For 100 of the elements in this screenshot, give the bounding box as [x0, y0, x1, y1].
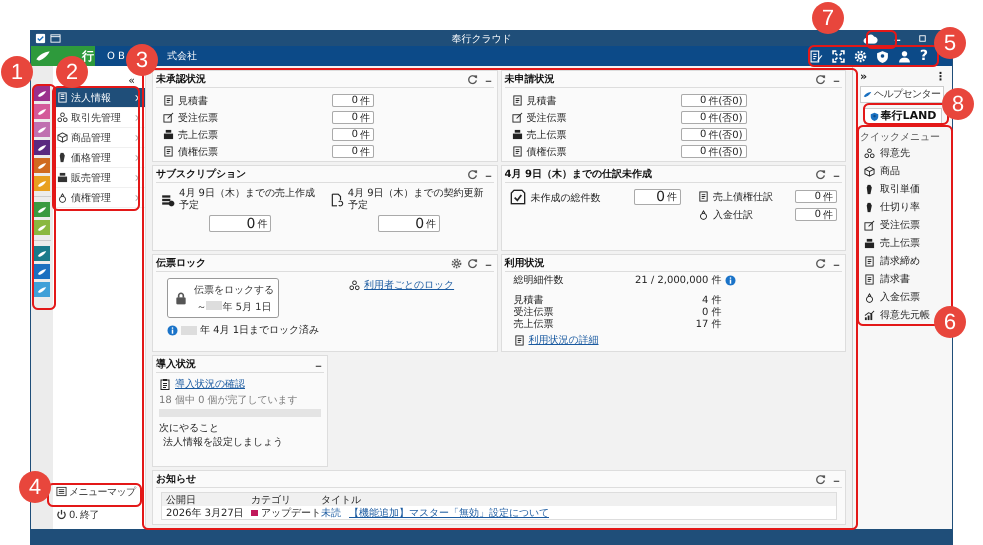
- money-bag-icon: [57, 192, 68, 203]
- quick-menu-item[interactable]: 仕切り率: [860, 198, 920, 216]
- user-icon[interactable]: [898, 50, 911, 62]
- box-icon: [864, 166, 875, 176]
- usage-label: 見積書: [514, 294, 544, 306]
- unread-label: 未読: [321, 506, 341, 520]
- quick-menu-item[interactable]: 商品: [860, 162, 900, 180]
- news-date: 2026年 3月27日: [166, 506, 245, 520]
- cloud-icon: [862, 32, 878, 46]
- expand-toggle[interactable]: »: [860, 70, 868, 84]
- app-tile[interactable]: [34, 122, 50, 137]
- row-label: 未作成の総件数: [530, 192, 602, 205]
- list-icon[interactable]: [810, 50, 823, 62]
- app-tile[interactable]: [34, 104, 50, 119]
- maximize-icon[interactable]: [917, 33, 928, 44]
- refresh-icon[interactable]: [466, 168, 478, 180]
- edit-icon: [163, 112, 174, 123]
- refresh-icon[interactable]: [815, 258, 826, 268]
- refresh-icon[interactable]: [466, 258, 478, 268]
- collapse-toggle[interactable]: «: [128, 75, 135, 87]
- document-icon: [514, 334, 524, 346]
- money-bag-icon: [864, 292, 875, 302]
- quick-menu-title: クイックメニュー: [860, 132, 941, 144]
- app-tile[interactable]: [34, 220, 50, 235]
- clipboard-icon: [159, 378, 171, 390]
- refresh-icon[interactable]: [815, 74, 826, 84]
- nav-item[interactable]: 販売管理: [53, 168, 145, 188]
- chevron-icon: [133, 154, 141, 162]
- edit-icon: [512, 112, 522, 123]
- next-task: 法人情報を設定しましょう: [162, 437, 284, 449]
- row-label: 売上伝票: [526, 128, 568, 142]
- exit-item[interactable]: 0. 終了: [53, 504, 145, 525]
- shield-icon[interactable]: [876, 50, 889, 62]
- row-label: 債権伝票: [178, 146, 219, 158]
- app-tile[interactable]: [34, 86, 50, 101]
- bar-chart-icon: [864, 310, 875, 320]
- nav-item[interactable]: 法人情報: [53, 88, 145, 108]
- document-icon: [512, 146, 522, 157]
- nav-item[interactable]: 商品管理: [53, 128, 145, 148]
- quick-menu-item[interactable]: 入金伝票: [860, 288, 920, 306]
- nav-item[interactable]: 取引先管理: [53, 108, 145, 128]
- news-title-link[interactable]: 【機能追加】マスター「無効」設定について: [349, 506, 549, 520]
- count-field: 0 件: [795, 208, 837, 221]
- nav-item[interactable]: 債権管理: [53, 188, 145, 208]
- chevron-icon: [133, 94, 141, 102]
- quick-menu-item[interactable]: 得意先: [860, 144, 910, 162]
- chevron-icon: [133, 114, 141, 122]
- column-header: カテゴリ: [251, 494, 292, 506]
- count-field: 0 件(否0): [680, 128, 746, 141]
- company-name: 式会社: [166, 50, 197, 63]
- people-icon: [864, 148, 875, 158]
- panel-title: サブスクリプション: [156, 167, 247, 181]
- panel-title: 利用状況: [504, 256, 546, 270]
- app-tile[interactable]: [34, 264, 50, 279]
- quick-menu-item[interactable]: 取引単価: [860, 180, 920, 198]
- quick-menu-item[interactable]: 請求書: [860, 270, 910, 288]
- count-field: 0 件(否0): [680, 94, 746, 107]
- lock-status: 年 4月 1日までロック済み: [200, 324, 320, 337]
- app-tile[interactable]: [34, 140, 50, 155]
- menu-map-item[interactable]: メニューマップ: [53, 481, 145, 502]
- user-lock-link[interactable]: 利用者ごとのロック: [364, 278, 454, 292]
- lock-icon: [174, 291, 188, 305]
- building-icon: [57, 92, 68, 103]
- app-tile[interactable]: [34, 246, 50, 261]
- app-tile[interactable]: [34, 202, 50, 217]
- document-icon: [864, 274, 875, 284]
- quick-menu-item[interactable]: 売上伝票: [860, 234, 920, 252]
- refresh-icon[interactable]: [815, 474, 826, 484]
- row-label: 受注伝票: [526, 112, 568, 124]
- renew-document-icon: [330, 193, 344, 207]
- edit-icon: [864, 220, 875, 230]
- refresh-icon[interactable]: [466, 74, 478, 84]
- usage-value: 21 / 2,000,000 件: [634, 274, 722, 287]
- usage-detail-link[interactable]: 利用状況の詳細: [528, 333, 598, 347]
- nav-item[interactable]: 価格管理: [53, 148, 145, 168]
- panel-title: 導入状況: [156, 357, 197, 371]
- quick-menu-item[interactable]: 請求締め: [860, 252, 920, 270]
- app-tile[interactable]: [34, 158, 50, 173]
- help-center-button[interactable]: ヘルプセンター: [860, 86, 944, 103]
- lock-button[interactable]: 伝票をロックする ～ 年 5月 1日: [167, 278, 279, 318]
- onboarding-link[interactable]: 導入状況の確認: [175, 377, 245, 391]
- usage-label: 総明細件数: [514, 274, 564, 287]
- fullscreen-icon[interactable]: [832, 50, 845, 62]
- app-tile[interactable]: [34, 176, 50, 191]
- more-menu[interactable]: ⋮: [935, 70, 946, 84]
- quick-menu-item[interactable]: 得意先元帳: [860, 306, 930, 324]
- settings-icon[interactable]: [450, 258, 462, 268]
- app-tile[interactable]: [34, 282, 50, 297]
- panel-title: 未申請状況: [504, 72, 556, 86]
- callout-marker: 4: [19, 471, 51, 503]
- register-icon: [163, 129, 174, 140]
- quick-menu-item[interactable]: 受注伝票: [860, 216, 920, 234]
- help-icon[interactable]: ?: [920, 48, 928, 64]
- panel-title: 伝票ロック: [156, 256, 207, 270]
- usage-label: 売上伝票: [514, 318, 554, 331]
- callout-marker: 1: [1, 56, 33, 88]
- refresh-icon[interactable]: [815, 168, 826, 180]
- count-field: 0 件: [332, 128, 374, 141]
- next-label: 次にやること: [159, 423, 220, 435]
- land-button[interactable]: 奉行LAND: [864, 108, 942, 124]
